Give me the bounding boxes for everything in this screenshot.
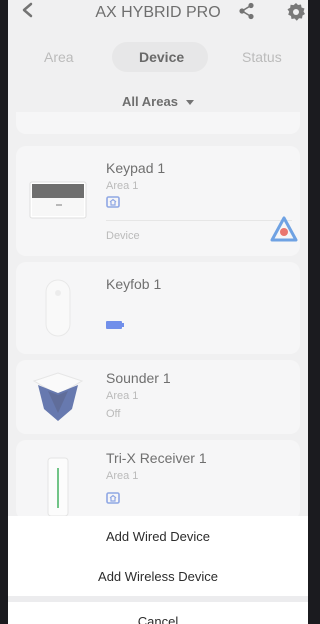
add-wireless-device-button[interactable]: Add Wireless Device — [8, 558, 308, 596]
add-wired-device-button[interactable]: Add Wired Device — [8, 518, 308, 556]
cancel-button[interactable]: Cancel — [8, 602, 308, 624]
